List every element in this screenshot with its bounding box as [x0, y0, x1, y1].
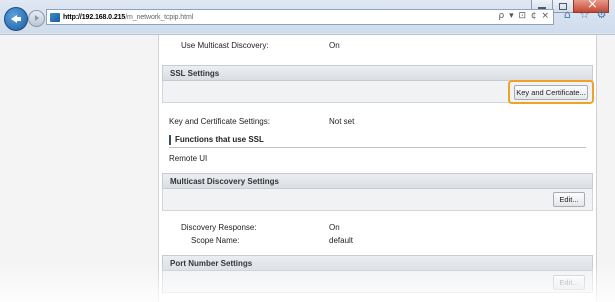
- key-certificate-settings-row: Key and Certificate Settings: Not set: [159, 113, 596, 129]
- setting-label: Use Multicast Discovery:: [181, 41, 269, 50]
- settings-content: Use Multicast Discovery: On SSL Settings…: [158, 35, 597, 302]
- site-favicon-icon: [50, 12, 60, 22]
- port-number-header: Port Number Settings: [162, 255, 593, 271]
- setting-value: default: [329, 236, 354, 245]
- multicast-discovery-row: Use Multicast Discovery: On: [159, 37, 596, 53]
- scope-name-row: Scope Name: default: [159, 232, 596, 248]
- settings-gear-icon[interactable]: ⚙: [596, 9, 607, 20]
- browser-toolbar-icons: ⌂ ☆ ⚙: [562, 9, 607, 20]
- page-viewport: Use Multicast Discovery: On SSL Settings…: [0, 34, 615, 302]
- url-text: http://192.168.0.215/m_network_tcpip.htm…: [63, 13, 194, 21]
- functions-using-ssl-heading: Functions that use SSL: [169, 133, 586, 148]
- setting-value: On: [329, 223, 340, 232]
- section-title: Multicast Discovery Settings: [170, 177, 279, 186]
- setting-label: Scope Name:: [191, 236, 240, 245]
- ssl-button-band: Key and Certificate...: [162, 80, 594, 104]
- multicast-discovery-header: Multicast Discovery Settings: [162, 173, 593, 189]
- multicast-button-band: Edit...: [162, 189, 593, 211]
- browser-window: http://192.168.0.215/m_network_tcpip.htm…: [0, 0, 615, 302]
- multicast-edit-button[interactable]: Edit...: [553, 192, 585, 207]
- function-label: Remote UI: [169, 154, 208, 163]
- setting-value: Not set: [329, 117, 355, 126]
- setting-label: Key and Certificate Settings:: [169, 117, 270, 126]
- address-bar[interactable]: http://192.168.0.215/m_network_tcpip.htm…: [46, 9, 554, 25]
- ssl-settings-header: SSL Settings: [162, 65, 593, 81]
- ssl-function-item: Remote UI: [159, 150, 596, 166]
- back-arrow-icon[interactable]: [4, 7, 28, 31]
- forward-arrow-icon[interactable]: [28, 10, 45, 27]
- favorites-star-icon[interactable]: ☆: [579, 9, 590, 20]
- highlight-frame: [508, 80, 594, 104]
- setting-label: Discovery Response:: [181, 223, 257, 232]
- setting-value: On: [329, 41, 340, 50]
- section-title: SSL Settings: [170, 69, 220, 78]
- home-icon[interactable]: ⌂: [562, 9, 573, 20]
- port-button-band: Edit...: [162, 271, 593, 293]
- port-edit-button[interactable]: Edit...: [553, 275, 585, 290]
- section-title: Port Number Settings: [170, 259, 253, 268]
- address-tools[interactable]: ρ ▾ ⊡ ¢ ×: [499, 11, 550, 21]
